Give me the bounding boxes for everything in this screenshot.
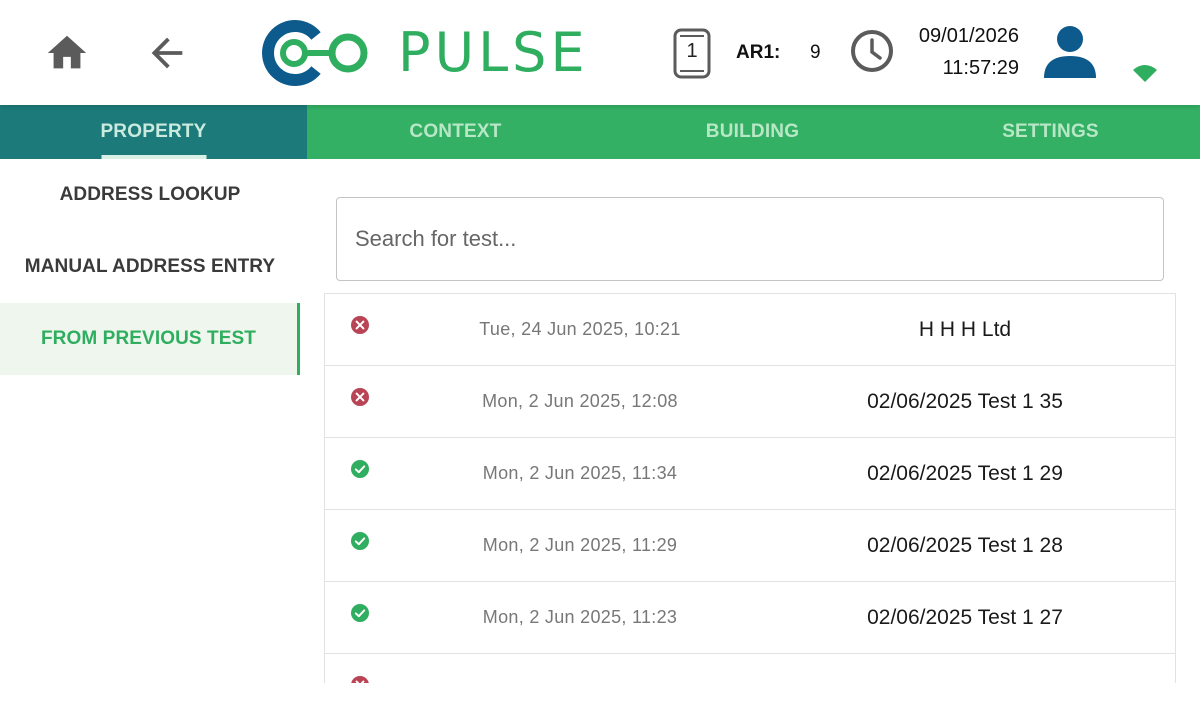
tab-label: SETTINGS xyxy=(1002,121,1099,142)
tab-label: BUILDING xyxy=(705,121,800,142)
ar-label: AR1: xyxy=(736,42,781,63)
check-circle-icon xyxy=(351,604,369,622)
check-circle-icon xyxy=(351,460,369,478)
user-avatar-icon[interactable] xyxy=(1040,24,1100,80)
device-number: 1 xyxy=(686,40,698,62)
logo-mark-icon xyxy=(262,20,368,86)
back-button[interactable] xyxy=(144,30,190,76)
test-row[interactable]: Mon, 2 Jun 2025, 11:29 02/06/2025 Test 1 … xyxy=(325,510,1175,582)
side-item-from-previous-test[interactable]: FROM PREVIOUS TEST xyxy=(0,303,300,375)
header: PULSE 1 AR1: 9 09/01/2026 11:57:29 xyxy=(0,0,1200,105)
test-date: Mon, 2 Jun 2025, 11:29 xyxy=(482,535,678,555)
error-circle-icon xyxy=(351,676,369,683)
current-time: 11:57:29 xyxy=(942,57,1019,79)
tab-context[interactable]: CONTEXT xyxy=(307,105,604,159)
side-item-label: ADDRESS LOOKUP xyxy=(59,184,241,205)
current-date: 09/01/2026 xyxy=(918,25,1019,47)
test-date: Mon, 2 Jun 2025, 11:23 xyxy=(482,607,678,627)
app-root: PULSE 1 AR1: 9 09/01/2026 11:57:29 PROPE… xyxy=(0,0,1200,720)
error-circle-icon xyxy=(351,316,369,334)
home-icon xyxy=(47,35,87,69)
side-item-label: MANUAL ADDRESS ENTRY xyxy=(24,256,276,277)
main-tabs: PROPERTY CONTEXT BUILDING SETTINGS xyxy=(0,105,1200,159)
check-circle-icon xyxy=(351,532,369,550)
side-item-label: FROM PREVIOUS TEST xyxy=(40,328,257,349)
test-date: Mon, 2 Jun 2025, 11:34 xyxy=(482,463,678,483)
tab-building[interactable]: BUILDING xyxy=(604,105,901,159)
logo-text: PULSE xyxy=(398,21,589,84)
test-name: 02/06/2025 Test 1 29 xyxy=(867,462,1063,485)
tab-label: PROPERTY xyxy=(100,121,207,142)
home-button[interactable] xyxy=(44,30,90,76)
tab-property[interactable]: PROPERTY xyxy=(0,105,307,159)
error-circle-icon xyxy=(351,388,369,406)
test-date: Mon, 2 Jun 2025, 12:08 xyxy=(482,391,678,411)
test-row[interactable]: Mon, 2 Jun 2025, 12:08 02/06/2025 Test 1 … xyxy=(325,366,1175,438)
arrow-left-icon xyxy=(151,37,183,69)
test-date: Tue, 24 Jun 2025, 10:21 xyxy=(479,319,681,339)
test-name: 02/06/2025 Test 1 27 xyxy=(867,606,1063,629)
side-item-manual-address-entry[interactable]: MANUAL ADDRESS ENTRY xyxy=(0,231,300,303)
test-row[interactable]: Tue, 24 Jun 2025, 10:21 H H H Ltd xyxy=(325,294,1175,366)
previous-tests-list: Tue, 24 Jun 2025, 10:21 H H H Ltd Mon, 2 J… xyxy=(324,293,1176,683)
property-side-menu: ADDRESS LOOKUP MANUAL ADDRESS ENTRY FROM… xyxy=(0,159,300,720)
ar-value: 9 xyxy=(810,42,821,63)
test-name: 02/06/2025 Test 1 28 xyxy=(867,534,1063,557)
test-row[interactable] xyxy=(325,654,1175,683)
test-name: 02/06/2025 Test 1 35 xyxy=(867,390,1063,413)
test-row[interactable]: Mon, 2 Jun 2025, 11:23 02/06/2025 Test 1 … xyxy=(325,582,1175,654)
clock-icon xyxy=(851,30,893,72)
pulse-logo: PULSE xyxy=(260,18,590,88)
wifi-icon xyxy=(1133,65,1157,82)
tab-settings[interactable]: SETTINGS xyxy=(901,105,1200,159)
search-input[interactable] xyxy=(336,197,1164,281)
test-name: H H H Ltd xyxy=(918,318,1012,341)
tab-label: CONTEXT xyxy=(409,121,502,142)
test-row[interactable]: Mon, 2 Jun 2025, 11:34 02/06/2025 Test 1 … xyxy=(325,438,1175,510)
side-item-address-lookup[interactable]: ADDRESS LOOKUP xyxy=(0,159,300,231)
